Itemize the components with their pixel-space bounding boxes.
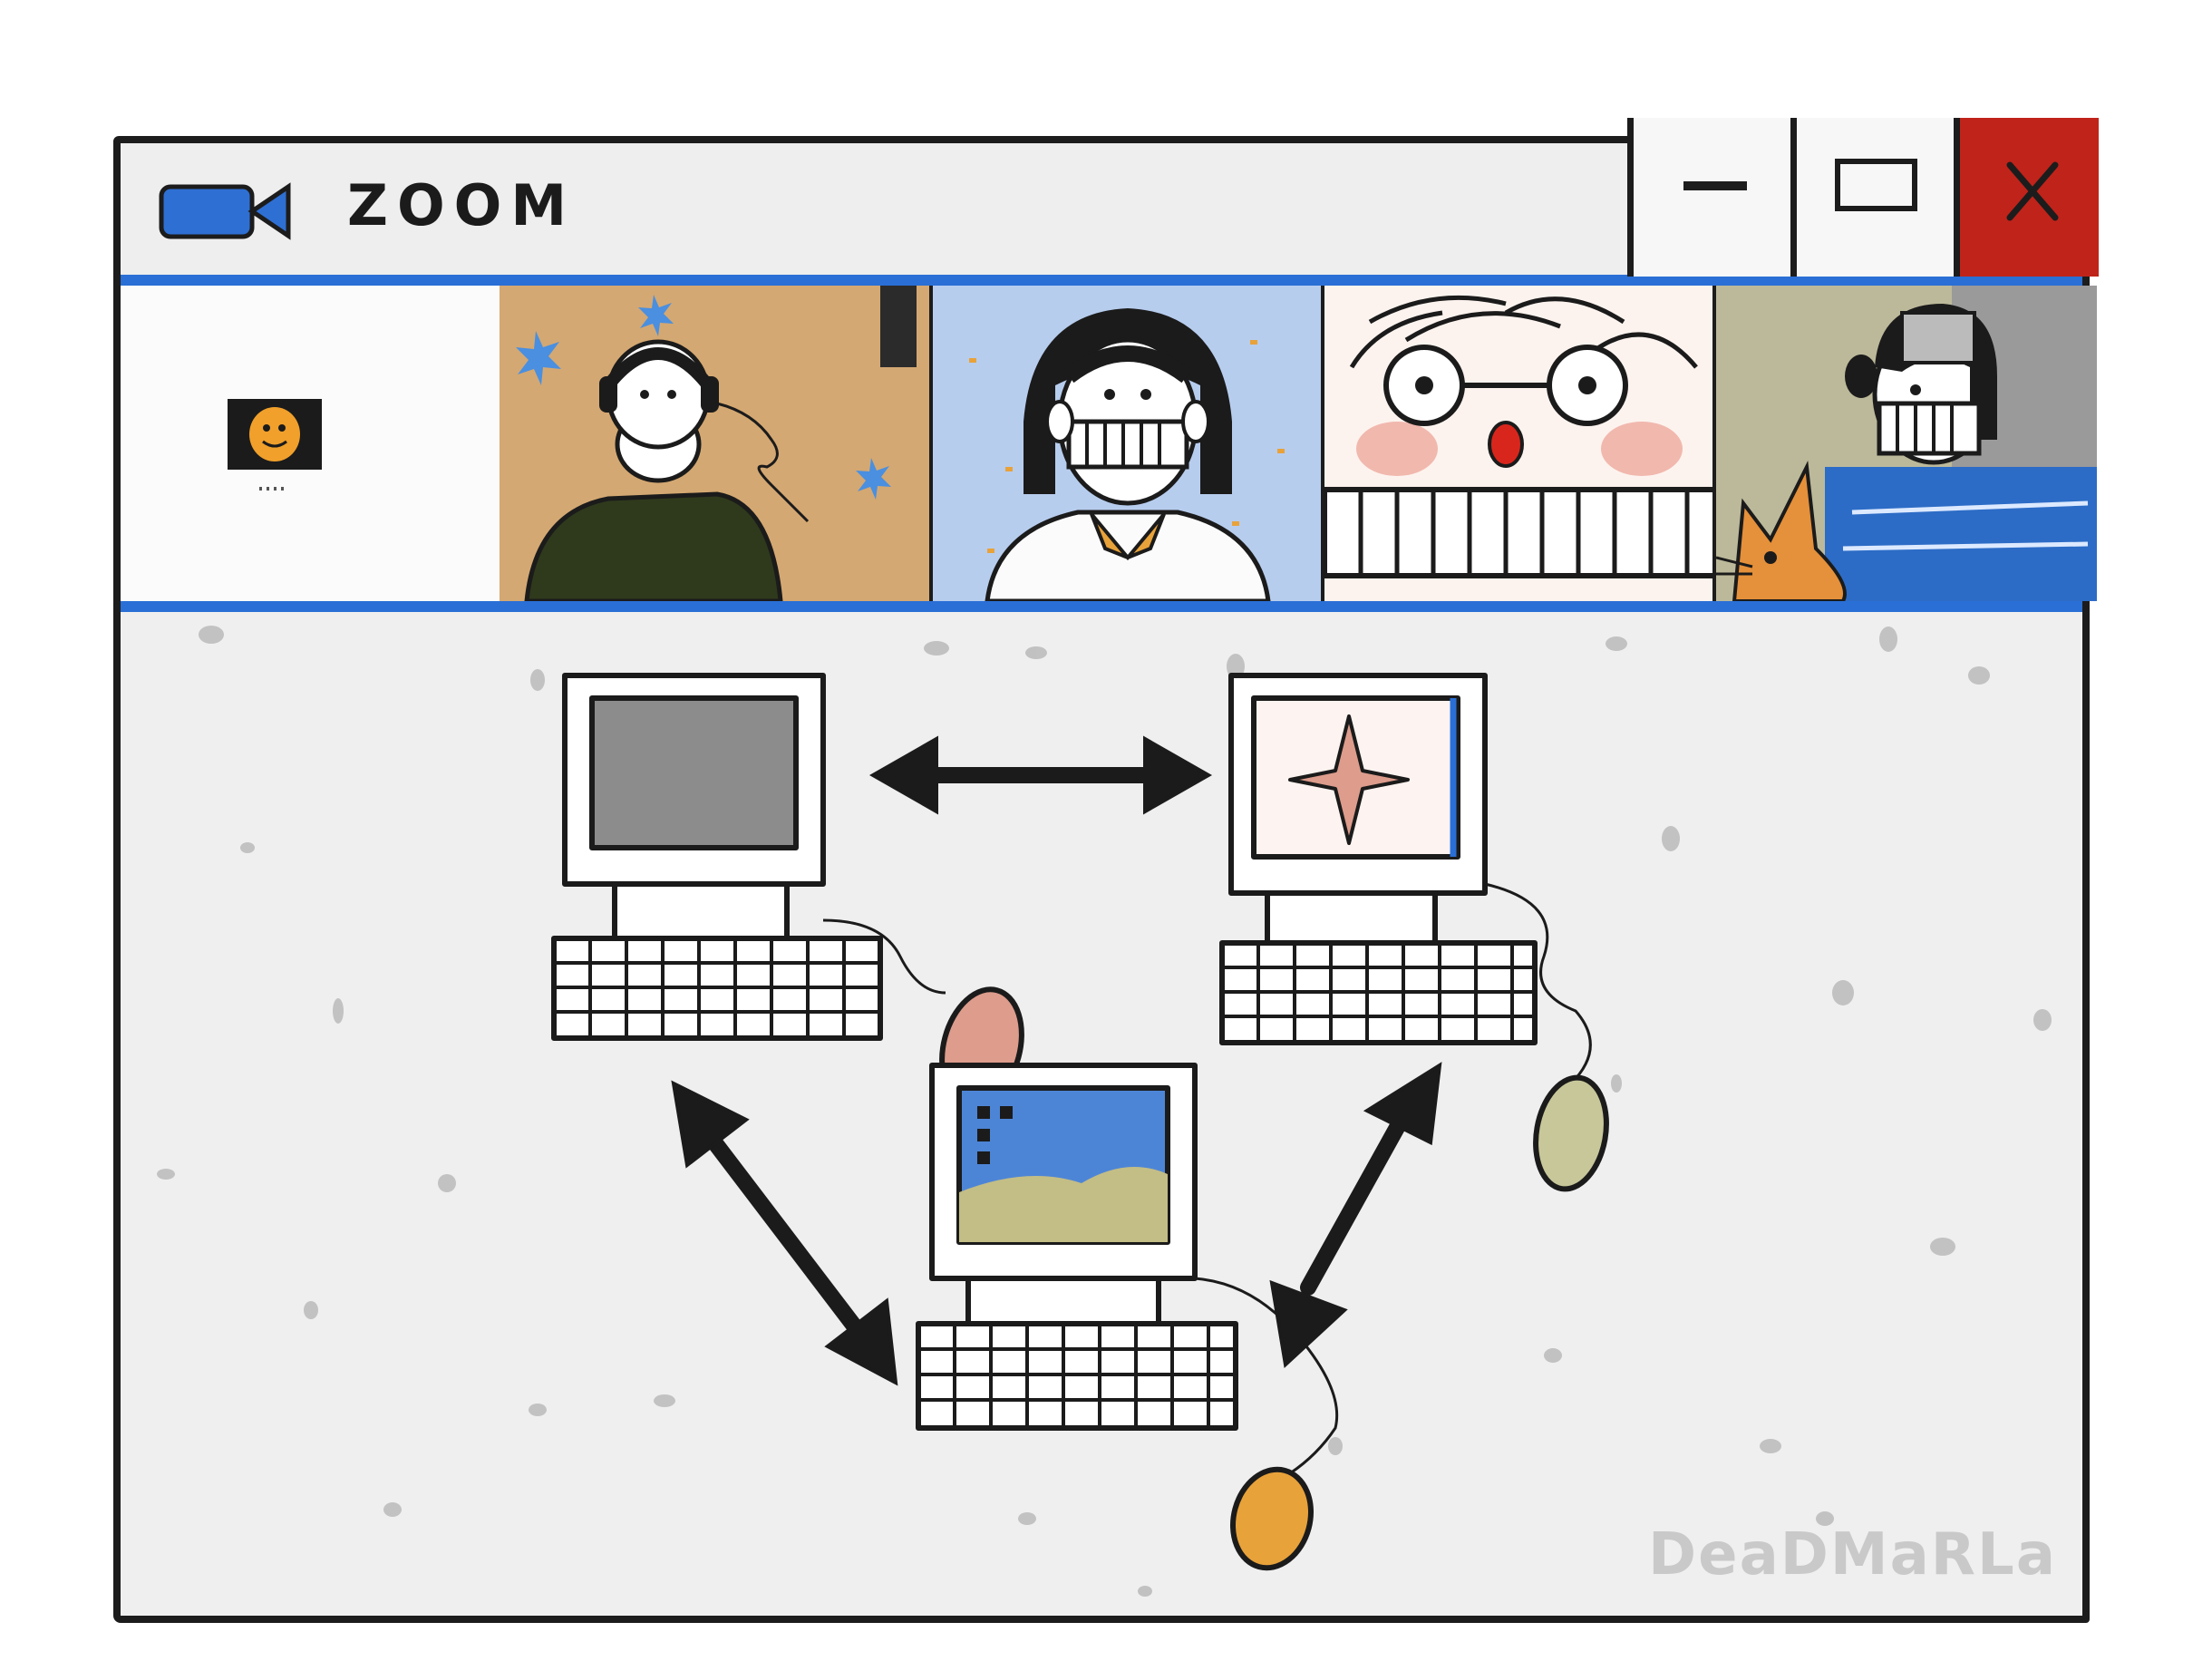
arrow-left [671, 1080, 898, 1386]
app-title: ZOOM [347, 172, 577, 238]
shared-screen-area: DeaDMaRLa [121, 612, 2082, 1616]
maximize-button[interactable] [1790, 118, 1954, 277]
video-camera-icon [157, 180, 293, 243]
self-view-tile[interactable] [121, 286, 500, 601]
person-with-cat-icon [1716, 286, 2097, 601]
artist-signature: DeaDMaRLa [1648, 1521, 2057, 1588]
computer-landscape-screen [916, 1063, 1339, 1571]
person-glasses-icon [1324, 295, 1716, 578]
participant-tile-glasses[interactable] [1324, 286, 1716, 601]
close-button[interactable] [1954, 118, 2099, 277]
participant-tile-cat[interactable] [1716, 286, 2097, 601]
minimize-icon [1683, 181, 1747, 190]
participant-tile-headphones[interactable] [500, 286, 933, 601]
zoom-window: ZOOM DeaDMaRLa [113, 118, 2099, 1623]
arrow-top [868, 735, 1213, 815]
computer-gray-screen [551, 673, 1024, 1108]
participant-strip [121, 286, 2097, 612]
minimize-button[interactable] [1627, 118, 1790, 277]
title-bar: ZOOM [121, 118, 2099, 286]
illustration-scene: ZOOM DeaDMaRLa [0, 0, 2212, 1661]
maximize-icon [1835, 159, 1917, 211]
person-headphones-icon [516, 286, 917, 601]
smiley-avatar-icon [228, 399, 322, 491]
close-icon [2006, 161, 2059, 221]
participant-tile-collar[interactable] [933, 286, 1324, 601]
person-icon [969, 308, 1285, 601]
arrow-right [1269, 1062, 1442, 1368]
